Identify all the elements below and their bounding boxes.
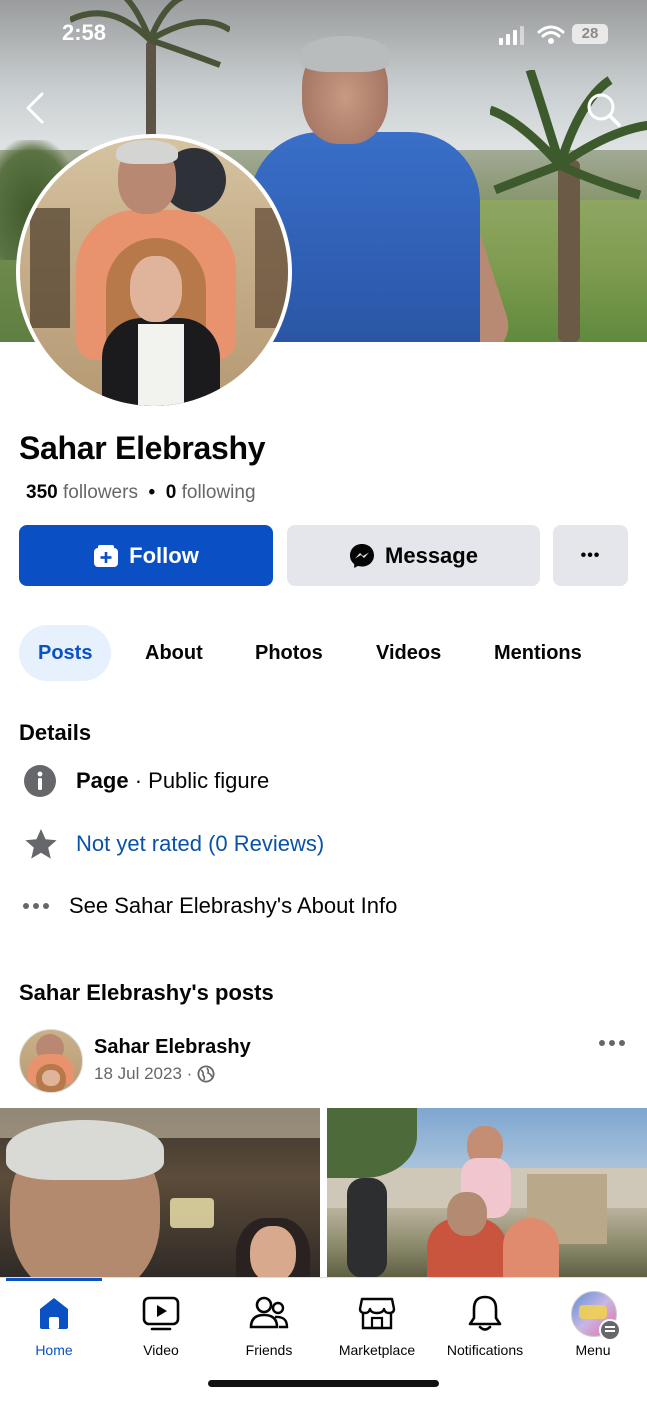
back-button[interactable]: [22, 90, 52, 130]
nav-friends[interactable]: Friends: [215, 1292, 323, 1372]
nav-menu-label: Menu: [575, 1342, 611, 1358]
star-icon: [24, 828, 76, 860]
nav-marketplace-label: Marketplace: [338, 1342, 416, 1358]
battery-indicator: 28: [572, 24, 608, 44]
more-options-button[interactable]: •••: [553, 525, 628, 586]
posts-section-title: Sahar Elebrashy's posts: [19, 980, 274, 1005]
tab-photos[interactable]: Photos: [255, 625, 323, 681]
tab-about[interactable]: About: [145, 625, 203, 681]
message-button[interactable]: Message: [287, 525, 540, 586]
messenger-icon: [349, 543, 375, 569]
post-photo-1[interactable]: [0, 1108, 320, 1280]
followers-count[interactable]: 350: [26, 482, 58, 503]
detail-about-info[interactable]: See Sahar Elebrashy's About Info: [22, 886, 397, 926]
post-author-name[interactable]: Sahar Elebrashy: [94, 1036, 251, 1059]
tab-videos[interactable]: Videos: [376, 625, 441, 681]
marketplace-icon: [323, 1292, 431, 1334]
post-date[interactable]: 18 Jul 2023 ·: [94, 1064, 192, 1084]
post-meta: 18 Jul 2023 ·: [94, 1064, 215, 1084]
tab-mentions[interactable]: Mentions: [494, 625, 582, 681]
follow-label: Follow: [129, 542, 199, 568]
status-icons: 28: [497, 22, 617, 50]
info-icon: [24, 765, 76, 797]
detail-rating[interactable]: Not yet rated (0 Reviews): [24, 824, 324, 864]
stats-separator: •: [148, 482, 156, 503]
nav-marketplace[interactable]: Marketplace: [323, 1292, 431, 1372]
profile-avatar[interactable]: [16, 134, 292, 410]
nav-video-label: Video: [143, 1342, 179, 1358]
search-icon: [587, 93, 621, 127]
globe-icon: [197, 1065, 215, 1083]
bell-icon: [431, 1292, 539, 1334]
following-count[interactable]: 0: [166, 482, 177, 503]
menu-hamburger-badge: [599, 1319, 621, 1341]
post-author-avatar[interactable]: [19, 1029, 83, 1093]
nav-menu[interactable]: Menu: [539, 1291, 647, 1372]
follow-button[interactable]: Follow: [19, 525, 273, 586]
palm-tree-left: [70, 0, 230, 140]
tab-posts[interactable]: Posts: [19, 625, 112, 681]
status-time: 2:58: [62, 20, 107, 45]
video-icon: [107, 1292, 215, 1334]
follow-plus-icon: [93, 544, 119, 568]
about-info-link[interactable]: See Sahar Elebrashy's About Info: [69, 893, 397, 919]
wifi-icon: [537, 25, 565, 44]
friends-icon: [215, 1292, 323, 1334]
post-photo-2[interactable]: [327, 1108, 647, 1280]
profile-name: Sahar Elebrashy: [19, 430, 266, 466]
search-button[interactable]: [584, 90, 622, 128]
nav-video[interactable]: Video: [107, 1292, 215, 1372]
nav-notifications[interactable]: Notifications: [431, 1292, 539, 1372]
page-label: Page: [76, 768, 129, 793]
nav-friends-label: Friends: [245, 1342, 293, 1358]
nav-active-indicator: [6, 1278, 102, 1281]
profile-tabs: Posts About Photos Videos Mentions: [19, 625, 639, 681]
menu-avatar-icon: [539, 1291, 647, 1341]
nav-notifications-label: Notifications: [446, 1342, 524, 1358]
following-label[interactable]: following: [182, 482, 256, 503]
chevron-left-icon: [26, 92, 44, 124]
nav-home-label: Home: [35, 1342, 73, 1358]
details-title: Details: [19, 720, 92, 745]
home-indicator: [208, 1380, 439, 1387]
message-label: Message: [385, 542, 478, 568]
post-options-button[interactable]: [598, 1034, 628, 1054]
followers-label[interactable]: followers: [63, 482, 138, 503]
signal-icon: [499, 26, 524, 45]
home-icon: [0, 1292, 108, 1334]
page-category: · Public figure: [128, 768, 270, 793]
more-dots-icon: •••: [580, 546, 601, 564]
detail-page-category: Page · Public figure: [24, 761, 269, 801]
follower-stats: 350 followers • 0 following: [26, 482, 256, 504]
ellipsis-icon: [22, 902, 69, 910]
nav-home[interactable]: Home: [0, 1292, 108, 1372]
rating-link[interactable]: Not yet rated (0 Reviews): [76, 831, 324, 857]
post-more-icon: [599, 1040, 625, 1046]
